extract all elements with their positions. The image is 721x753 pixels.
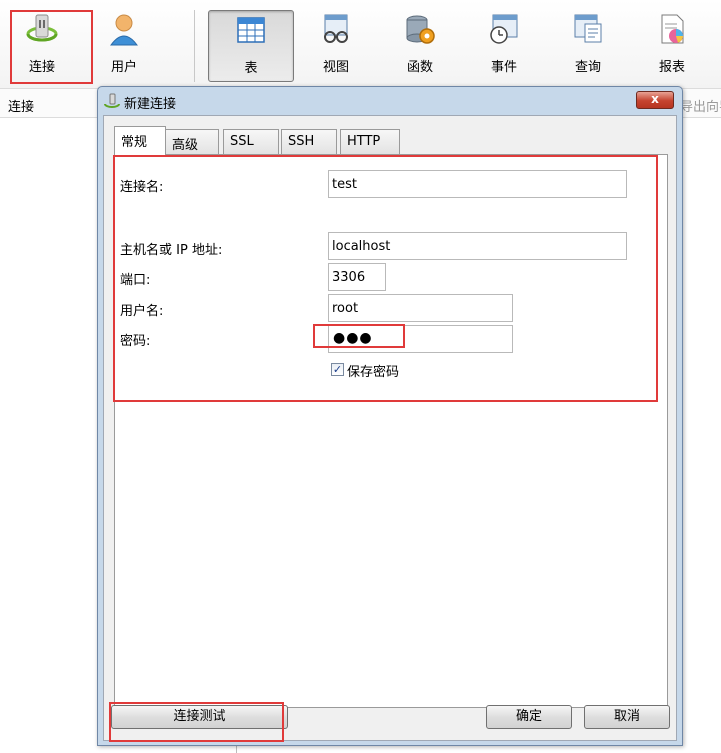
port-input[interactable] <box>328 263 386 291</box>
username-input[interactable] <box>328 294 513 322</box>
port-label: 端口: <box>120 273 151 288</box>
tab-general[interactable]: 常规 <box>114 126 166 155</box>
toolbar-table-button[interactable]: 表 <box>208 10 294 82</box>
tab-advanced-label: 高级 <box>172 138 199 153</box>
user-icon <box>110 14 138 46</box>
tab-ssh[interactable]: SSH <box>281 129 337 154</box>
toolbar-event-label: 事件 <box>490 60 517 75</box>
toolbar-query-button[interactable]: 查询 <box>552 10 624 82</box>
toolbar-function-button[interactable]: 函数 <box>384 10 456 82</box>
dialog-client-area: 常规 高级 SSL SSH HTTP 连接名: 主机名或 IP 地址: 端口: … <box>103 115 677 741</box>
connection-bar-label: 连接 <box>8 100 35 115</box>
main-toolbar: 连接 用户 表 视图 函数 事件 查询 报表 <box>0 0 721 88</box>
connection-plug-icon <box>104 93 120 108</box>
toolbar-connect-button[interactable]: 连接 <box>6 10 78 82</box>
new-connection-dialog: 新建连接 x 常规 高级 SSL SSH HTTP 连接名: 主机名或 IP 地… <box>97 86 683 746</box>
tab-http-label: HTTP <box>347 134 381 149</box>
toolbar-event-button[interactable]: 事件 <box>468 10 540 82</box>
report-icon <box>661 14 684 44</box>
general-tab-panel: 连接名: 主机名或 IP 地址: 端口: 用户名: 密码: ●●● ✓ 保存密码 <box>114 154 668 708</box>
password-input[interactable] <box>328 325 513 353</box>
test-connection-button[interactable]: 连接测试 <box>111 705 288 729</box>
connection-name-label: 连接名: <box>120 180 164 195</box>
host-label: 主机名或 IP 地址: <box>120 243 223 258</box>
toolbar-connect-label: 连接 <box>28 60 55 75</box>
tab-ssl[interactable]: SSL <box>223 129 279 154</box>
function-gear-icon <box>406 15 435 44</box>
username-label: 用户名: <box>120 304 164 319</box>
cancel-button[interactable]: 取消 <box>584 705 670 729</box>
dialog-close-button[interactable]: x <box>636 91 674 109</box>
tab-ssl-label: SSL <box>230 134 254 149</box>
plug-connect-icon <box>26 14 58 42</box>
toolbar-view-label: 视图 <box>322 60 349 75</box>
ok-button[interactable]: 确定 <box>486 705 572 729</box>
toolbar-table-label: 表 <box>244 61 258 76</box>
host-input[interactable] <box>328 232 627 260</box>
export-wizard-partial-label[interactable]: 导出向导 <box>680 96 721 115</box>
tab-ssh-label: SSH <box>288 134 315 149</box>
tab-general-label: 常规 <box>121 135 148 150</box>
toolbar-query-label: 查询 <box>574 60 601 75</box>
toolbar-report-button[interactable]: 报表 <box>636 10 708 82</box>
table-icon <box>237 17 265 43</box>
query-icon <box>574 14 602 43</box>
toolbar-user-button[interactable]: 用户 <box>88 10 160 82</box>
view-glasses-icon <box>324 14 348 43</box>
save-password-checkbox[interactable]: ✓ <box>331 363 344 376</box>
toolbar-report-label: 报表 <box>658 60 685 75</box>
tab-advanced[interactable]: 高级 <box>165 129 219 154</box>
dialog-title: 新建连接 <box>124 97 177 112</box>
toolbar-user-label: 用户 <box>110 60 137 75</box>
password-label: 密码: <box>120 334 151 349</box>
event-clock-icon <box>490 14 518 44</box>
toolbar-separator <box>194 10 195 82</box>
toolbar-function-label: 函数 <box>406 60 433 75</box>
save-password-label: 保存密码 <box>347 365 400 380</box>
pane-divider <box>236 745 237 753</box>
tab-http[interactable]: HTTP <box>340 129 400 154</box>
dialog-titlebar[interactable]: 新建连接 x <box>98 87 682 115</box>
connection-name-input[interactable] <box>328 170 627 198</box>
toolbar-view-button[interactable]: 视图 <box>300 10 372 82</box>
